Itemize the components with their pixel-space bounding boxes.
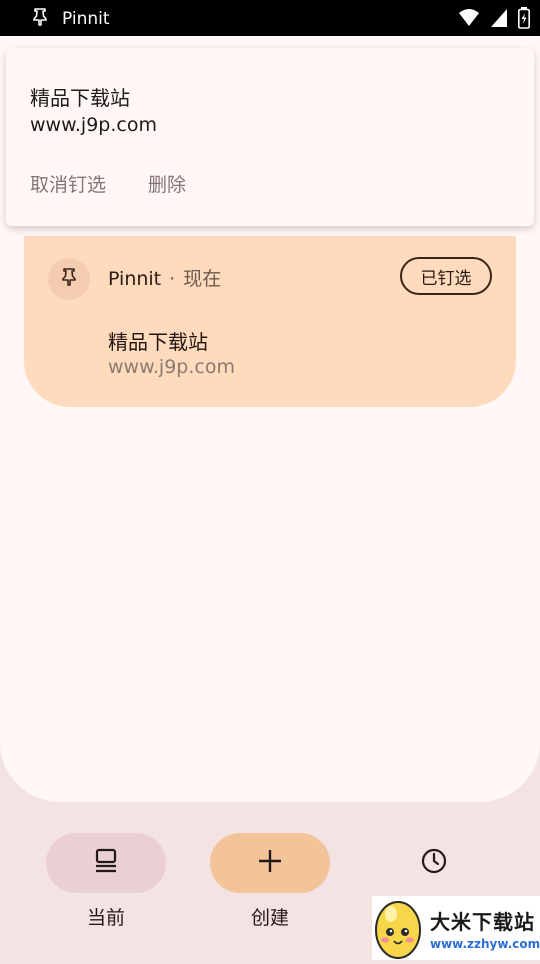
watermark: 大米下载站 www.zzhyw.com — [372, 896, 540, 960]
egg-mascot-logo — [372, 896, 428, 960]
notification-actions: 取消钉选 删除 — [30, 170, 186, 197]
watermark-name: 大米下载站 — [430, 909, 535, 934]
status-bar: Pinnit — [0, 0, 540, 36]
card-subtitle: www.j9p.com — [108, 356, 235, 378]
pinned-chip-button[interactable]: 已钉选 — [400, 257, 492, 295]
plus-icon — [256, 847, 284, 879]
wifi-icon — [458, 8, 480, 28]
nav-current-pill[interactable] — [46, 833, 166, 893]
nav-create-label: 创建 — [250, 907, 289, 929]
card-title: 精品下载站 — [108, 330, 208, 354]
nav-item-current[interactable]: 当前 — [46, 833, 166, 930]
battery-icon — [518, 7, 530, 29]
status-right — [458, 7, 530, 29]
pin-icon — [30, 7, 50, 31]
nav-current-label: 当前 — [86, 907, 125, 929]
nav-item-history[interactable] — [374, 833, 494, 903]
nav-item-create[interactable]: 创建 — [210, 833, 330, 930]
watermark-url: www.zzhyw.com — [430, 936, 540, 951]
status-app-name: Pinnit — [62, 9, 110, 29]
nav-create-pill[interactable] — [210, 833, 330, 893]
delete-button[interactable]: 删除 — [148, 170, 186, 197]
pin-icon — [59, 267, 79, 291]
watermark-text: 大米下载站 www.zzhyw.com — [430, 906, 540, 951]
unpin-button[interactable]: 取消钉选 — [30, 170, 106, 197]
card-app-name: Pinnit — [108, 268, 162, 290]
pinned-notification-card[interactable]: Pinnit · 现在 已钉选 精品下载站 www.j9p.com — [24, 236, 516, 407]
notification-subtitle: www.j9p.com — [30, 114, 157, 136]
notification-title: 精品下载站 — [30, 86, 130, 110]
nav-history-pill[interactable] — [374, 833, 494, 893]
clock-icon — [420, 847, 448, 879]
separator-dot: · — [169, 268, 176, 290]
signal-icon — [490, 8, 508, 28]
app-avatar — [48, 258, 90, 300]
card-time: 现在 — [183, 268, 222, 290]
current-list-icon — [91, 846, 121, 880]
status-left: Pinnit — [30, 7, 110, 31]
card-app-line: Pinnit · 现在 — [108, 264, 221, 291]
heads-up-notification[interactable]: 精品下载站 www.j9p.com 取消钉选 删除 — [6, 48, 534, 226]
